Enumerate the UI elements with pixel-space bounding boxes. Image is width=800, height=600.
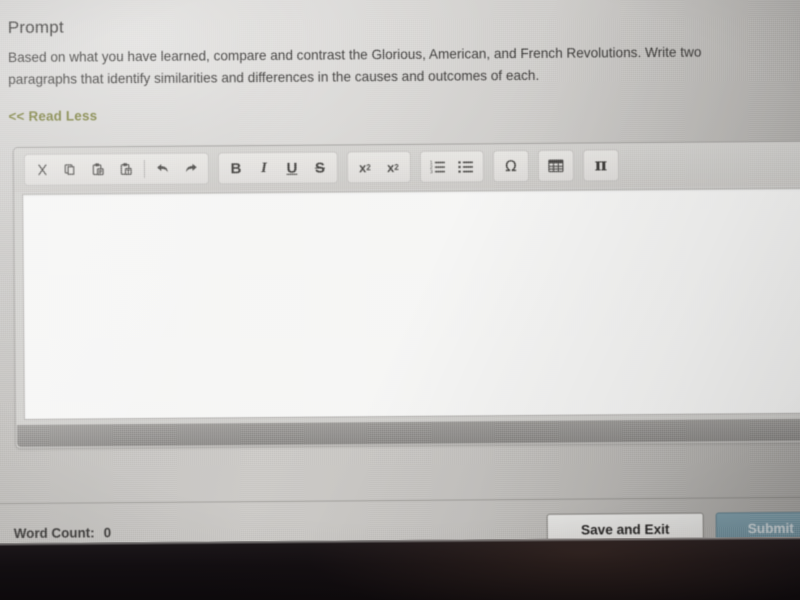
laptop-bezel <box>0 536 800 600</box>
paste-icon[interactable] <box>85 156 111 182</box>
superscript-icon[interactable]: x2 <box>380 154 406 180</box>
prompt-text: Based on what you have learned, compare … <box>7 44 702 88</box>
underline-icon[interactable]: U <box>279 155 305 181</box>
toolbar-group-special-character: Ω <box>492 149 530 183</box>
bold-icon[interactable]: B <box>223 155 249 181</box>
toolbar-separator <box>143 159 145 178</box>
screen-content: Prompt Based on what you have learned, c… <box>0 0 800 563</box>
assignment-page: Prompt Based on what you have learned, c… <box>0 0 800 563</box>
redo-icon[interactable] <box>178 156 204 182</box>
pi-icon[interactable]: π <box>588 152 614 178</box>
numbered-list-icon[interactable]: 1 2 3 <box>425 154 451 180</box>
cut-icon[interactable] <box>29 157 55 183</box>
page-title: Prompt <box>7 17 64 38</box>
rich-text-editor: B I U S x2 x2 1 2 3 Ω π <box>12 140 800 450</box>
toolbar-group-clipboard <box>23 152 210 186</box>
word-count: Word Count: 0 <box>14 525 111 541</box>
toolbar-group-table <box>537 149 575 182</box>
editor-toolbar: B I U S x2 x2 1 2 3 Ω π <box>13 141 800 193</box>
subscript-icon[interactable]: x2 <box>352 154 378 180</box>
copy-icon[interactable] <box>57 156 83 182</box>
editor-statusbar <box>16 418 800 448</box>
toolbar-group-script-styles: x2 x2 <box>346 150 412 184</box>
table-icon[interactable] <box>543 153 569 179</box>
read-less-link[interactable]: << Read Less <box>8 108 97 124</box>
italic-icon[interactable]: I <box>251 155 277 181</box>
photo-of-screen: Prompt Based on what you have learned, c… <box>0 0 800 600</box>
strikethrough-icon[interactable]: S <box>307 155 333 181</box>
paste-from-word-icon[interactable] <box>113 156 139 182</box>
bulleted-list-icon[interactable] <box>453 153 479 179</box>
undo-icon[interactable] <box>150 156 176 182</box>
toolbar-group-basic-styles: B I U S <box>217 151 339 185</box>
omega-icon[interactable]: Ω <box>498 153 524 179</box>
word-count-value: 0 <box>103 525 112 541</box>
toolbar-group-math: π <box>582 149 620 182</box>
laptop-screen: Prompt Based on what you have learned, c… <box>0 0 800 564</box>
svg-text:3: 3 <box>430 169 433 173</box>
word-count-label: Word Count: <box>13 525 95 542</box>
toolbar-group-lists: 1 2 3 <box>419 150 485 183</box>
essay-textarea[interactable] <box>22 187 800 420</box>
